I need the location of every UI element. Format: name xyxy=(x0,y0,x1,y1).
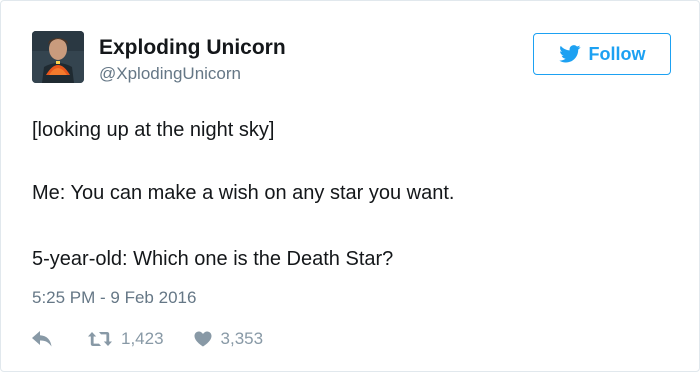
tweet-text-line: Me: You can make a wish on any star you … xyxy=(32,182,455,204)
retweet-icon xyxy=(88,331,121,347)
author-handle[interactable]: @XplodingUnicorn xyxy=(99,63,286,85)
tweet-text-line: [looking up at the night sky] xyxy=(32,119,275,141)
like-button[interactable]: 3,353 xyxy=(194,329,264,349)
follow-button[interactable]: Follow xyxy=(533,33,671,75)
tweet-text: [looking up at the night sky] Me: You ca… xyxy=(32,118,671,271)
tweet-card: Exploding Unicorn @XplodingUnicorn Follo… xyxy=(0,0,700,372)
tweet-header: Exploding Unicorn @XplodingUnicorn Follo… xyxy=(32,31,671,91)
reply-button[interactable] xyxy=(32,331,52,347)
like-count: 3,353 xyxy=(220,329,264,348)
tweet-timestamp[interactable]: 5:25 PM - 9 Feb 2016 xyxy=(32,288,196,308)
tweet-actions: 1,423 3,353 xyxy=(32,327,263,351)
author-display-name[interactable]: Exploding Unicorn xyxy=(99,36,286,60)
avatar[interactable] xyxy=(32,31,84,83)
heart-icon xyxy=(194,331,221,347)
author-names: Exploding Unicorn @XplodingUnicorn xyxy=(99,36,286,85)
follow-button-label: Follow xyxy=(588,43,646,64)
retweet-button[interactable]: 1,423 xyxy=(88,329,164,349)
twitter-bird-icon xyxy=(558,45,581,63)
retweet-count: 1,423 xyxy=(121,329,164,348)
reply-icon xyxy=(32,331,52,347)
tweet-text-line: 5-year-old: Which one is the Death Star? xyxy=(32,248,394,270)
